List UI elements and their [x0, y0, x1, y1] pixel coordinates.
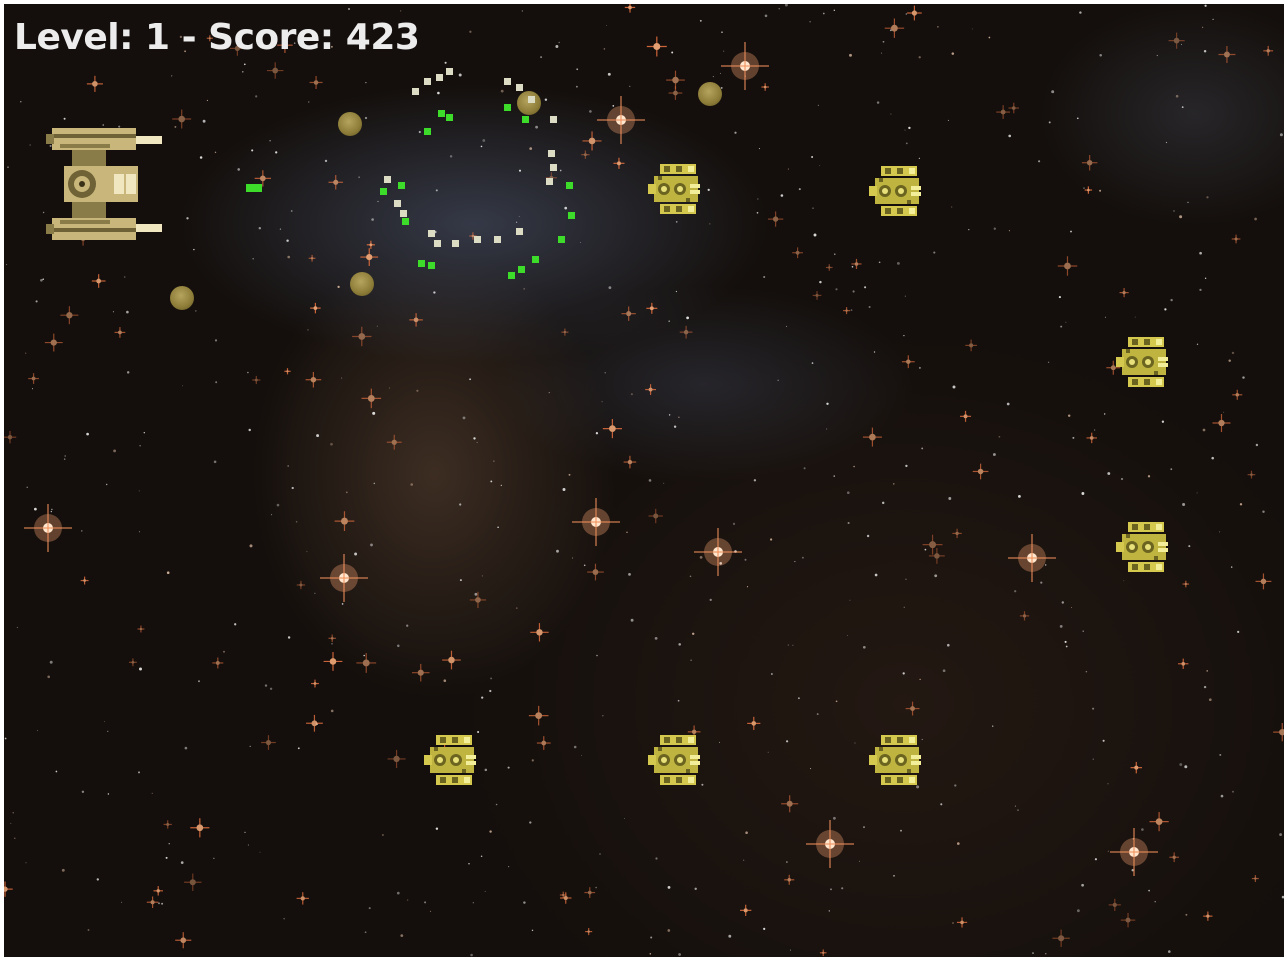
- laser-fragment: [522, 116, 529, 123]
- debris-fragment: [452, 240, 459, 247]
- enemy-orb-projectile: [338, 112, 362, 136]
- laser-fragment: [424, 128, 431, 135]
- laser-fragment: [568, 212, 575, 219]
- laser-fragment: [446, 114, 453, 121]
- debris-fragment: [528, 96, 535, 103]
- debris-fragment: [436, 74, 443, 81]
- debris-fragment: [434, 240, 441, 247]
- debris-fragment: [548, 150, 555, 157]
- debris-fragment: [550, 116, 557, 123]
- debris-fragment: [546, 178, 553, 185]
- laser-fragment: [558, 236, 565, 243]
- laser-fragment: [380, 188, 387, 195]
- enemy-ship-icon: [648, 164, 700, 214]
- laser-fragment: [532, 256, 539, 263]
- laser-fragment: [398, 182, 405, 189]
- enemy-ship-icon: [869, 166, 921, 216]
- debris-fragment: [504, 78, 511, 85]
- laser-fragment: [504, 104, 511, 111]
- laser-fragment: [428, 262, 435, 269]
- score-label: Score:: [208, 17, 334, 58]
- level-value: 1: [145, 17, 170, 58]
- debris-fragment: [400, 210, 407, 217]
- enemy-ship-icon: [424, 735, 476, 785]
- enemy-ship-icon: [869, 735, 921, 785]
- debris-fragment: [446, 68, 453, 75]
- debris-fragment: [428, 230, 435, 237]
- enemy-orb-projectile: [350, 272, 374, 296]
- hud-level-score: Level: 1 - Score: 423: [14, 17, 420, 58]
- score-value: 423: [345, 17, 420, 58]
- player-ship-icon: [46, 128, 162, 240]
- debris-fragment: [424, 78, 431, 85]
- debris-fragment: [384, 176, 391, 183]
- level-label: Level:: [14, 17, 133, 58]
- debris-fragment: [474, 236, 481, 243]
- player-laser-bolt: [246, 184, 262, 192]
- enemy-orb-projectile: [698, 82, 722, 106]
- starfield-background: [4, 4, 1284, 957]
- debris-fragment: [394, 200, 401, 207]
- debris-fragment: [550, 164, 557, 171]
- enemy-orb-projectile: [517, 91, 541, 115]
- laser-fragment: [402, 218, 409, 225]
- laser-fragment: [418, 260, 425, 267]
- debris-fragment: [516, 228, 523, 235]
- debris-fragment: [412, 88, 419, 95]
- debris-fragment: [516, 84, 523, 91]
- laser-fragment: [508, 272, 515, 279]
- hud-separator: -: [181, 17, 197, 58]
- enemy-ship-icon: [1116, 337, 1168, 387]
- laser-fragment: [566, 182, 573, 189]
- game-canvas[interactable]: Level: 1 - Score: 423: [4, 4, 1284, 957]
- laser-fragment: [438, 110, 445, 117]
- enemy-orb-projectile: [170, 286, 194, 310]
- laser-fragment: [518, 266, 525, 273]
- enemy-ship-icon: [1116, 522, 1168, 572]
- debris-fragment: [494, 236, 501, 243]
- enemy-ship-icon: [648, 735, 700, 785]
